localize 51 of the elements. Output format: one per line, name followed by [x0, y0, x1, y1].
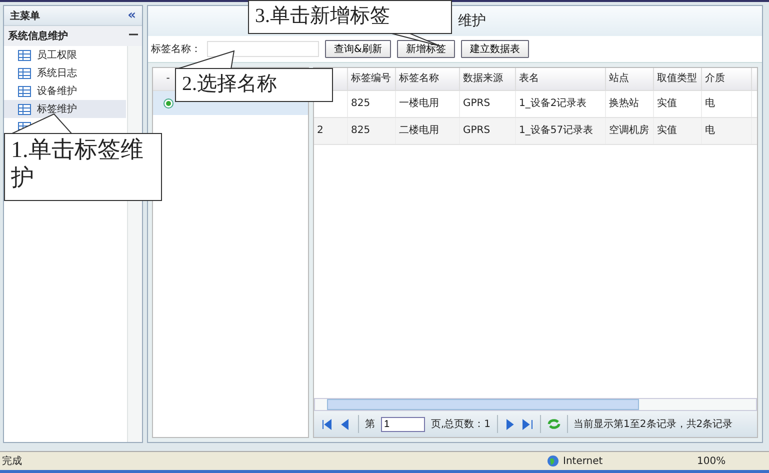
- sidebar-item[interactable]: 设备维护: [4, 82, 126, 100]
- zone-text: Internet: [563, 456, 603, 466]
- table-cell: 2: [317, 125, 324, 136]
- table-cell: 一楼电用: [399, 98, 439, 109]
- grid-icon: [18, 104, 31, 114]
- radio-icon[interactable]: [163, 98, 174, 108]
- sidebar-item[interactable]: 标签维护: [4, 100, 126, 118]
- table-cell: 空调机房: [609, 125, 649, 136]
- table-cell: 1_设备2记录表: [519, 98, 587, 109]
- sidebar-title: 主菜单: [10, 9, 40, 22]
- table-cell: 825: [351, 98, 370, 109]
- column-header: 站点: [609, 73, 629, 84]
- table-cell: 二楼电用: [399, 125, 439, 136]
- toolbar-button[interactable]: 建立数据表: [460, 40, 529, 58]
- grid-icon: [18, 50, 31, 60]
- column-header: 标签编号: [351, 73, 391, 84]
- total-pages: 页,总页数：1: [431, 418, 491, 431]
- globe-icon: [547, 455, 559, 467]
- table-cell: 1_设备57记录表: [519, 125, 594, 136]
- table-cell: 825: [351, 125, 370, 136]
- refresh-icon[interactable]: [546, 418, 561, 430]
- column-header: 介质: [705, 73, 725, 84]
- group-title: 系统信息维护: [8, 29, 68, 43]
- sidebar-item[interactable]: 员工权限: [4, 46, 126, 64]
- record-summary: 当前显示第1至2条记录，共2条记录: [574, 418, 733, 431]
- horizontal-scrollbar[interactable]: [314, 398, 757, 411]
- column-header: 取值类型: [657, 73, 697, 84]
- column-header: 标签名称: [399, 73, 439, 84]
- toolbar-button[interactable]: 查询&刷新: [325, 40, 391, 58]
- table-cell: 换热站: [609, 98, 639, 109]
- next-last-icon[interactable]: [504, 418, 534, 430]
- collapse-icon[interactable]: «: [128, 8, 136, 23]
- table-cell: 电: [705, 125, 715, 136]
- page-label: 第: [365, 418, 375, 431]
- column-header: 表名: [519, 73, 539, 84]
- table-cell: GPRS: [463, 125, 490, 136]
- table-cell: 电: [705, 98, 715, 109]
- zoom-text: 100%: [697, 456, 726, 466]
- filter-label: 标签名称：: [151, 42, 201, 56]
- table-cell: GPRS: [463, 98, 490, 109]
- sidebar-item[interactable]: 系统日志: [4, 64, 126, 82]
- page-field[interactable]: 1: [381, 416, 425, 432]
- panel-title: 维护: [458, 12, 486, 30]
- name-field[interactable]: [207, 41, 319, 57]
- status-text: 完成: [1, 454, 23, 468]
- table-cell: 实值: [657, 125, 677, 136]
- table-cell: 实值: [657, 98, 677, 109]
- grid-icon: [18, 68, 31, 78]
- column-header: 数据来源: [463, 73, 503, 84]
- group-header[interactable]: 系统信息维护: [4, 26, 142, 46]
- grid-icon: [18, 86, 31, 96]
